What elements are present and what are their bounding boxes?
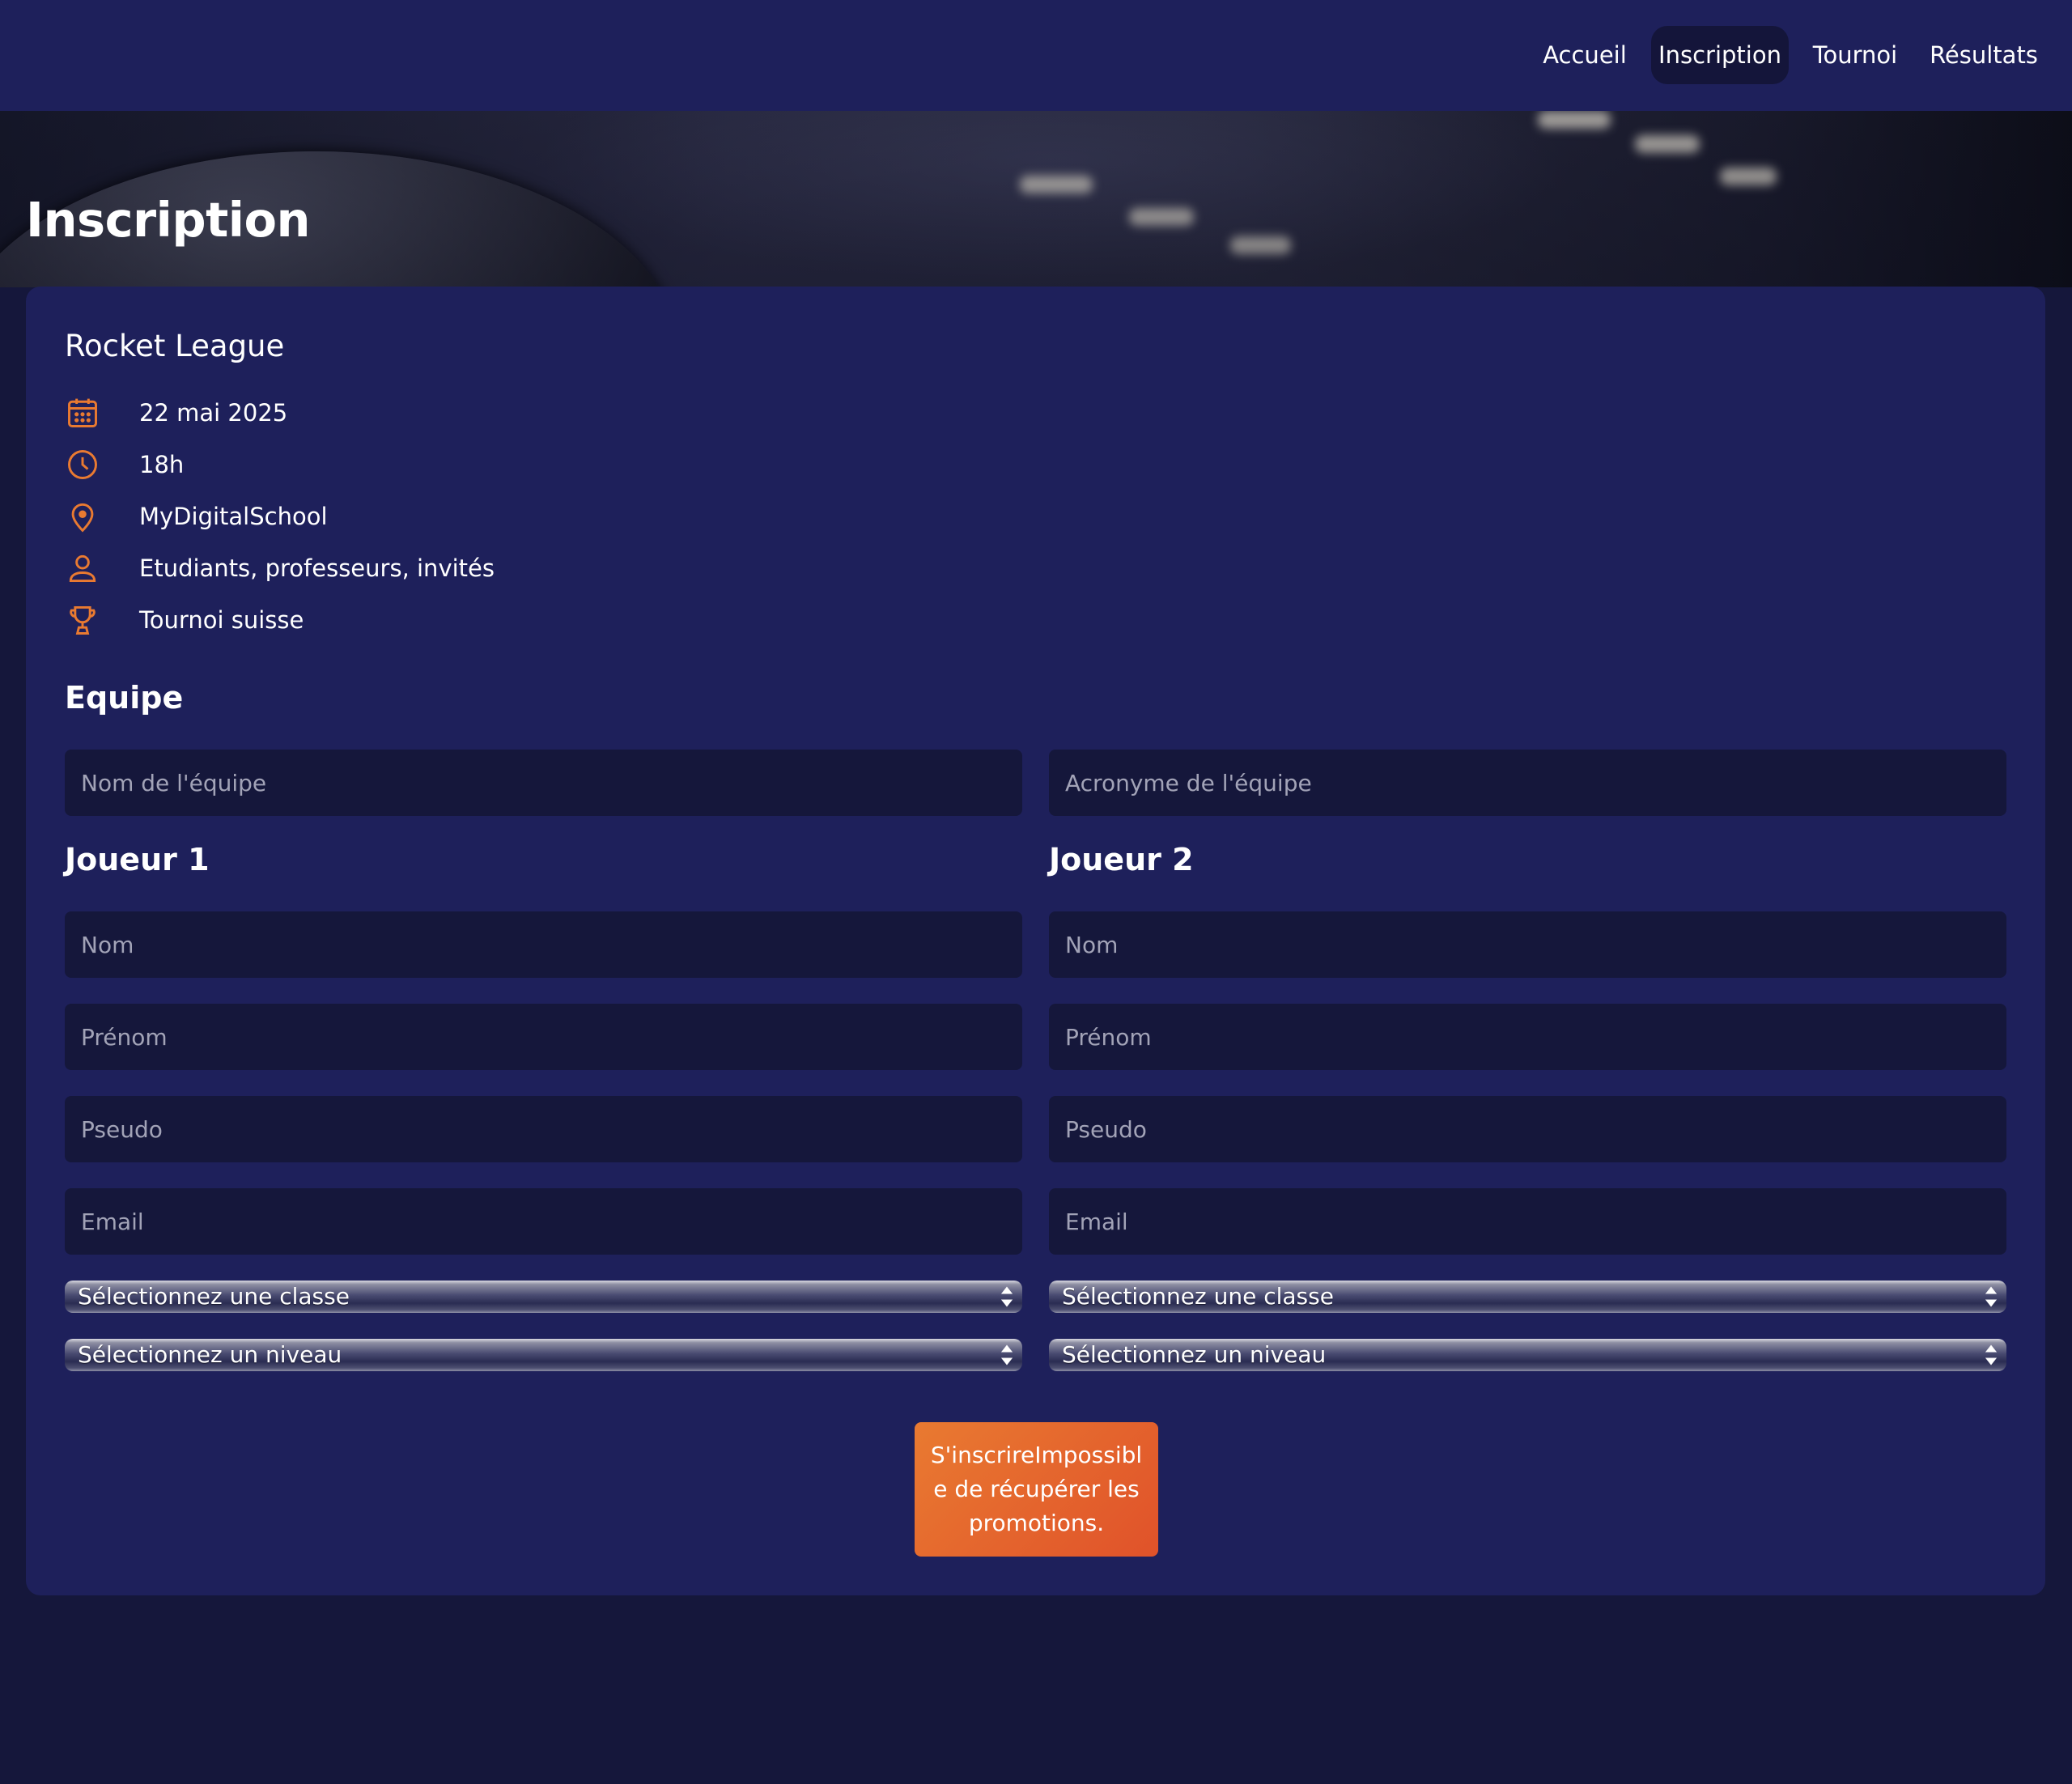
event-date: 22 mai 2025 (139, 399, 288, 427)
page-title: Inscription (26, 192, 311, 248)
nav-item-accueil[interactable]: Accueil (1533, 26, 1637, 84)
event-location: MyDigitalSchool (139, 503, 328, 530)
team-name-input[interactable] (65, 750, 1022, 816)
event-title: Rocket League (65, 329, 285, 363)
select-arrows-icon (1985, 1344, 1998, 1366)
registration-card: Rocket League 22 mai 2025 18h MyDigitalS… (26, 287, 2045, 1595)
player1-email-input[interactable] (65, 1188, 1022, 1255)
clock-icon (65, 447, 100, 482)
map-pin-icon (65, 499, 100, 534)
user-icon (65, 550, 100, 586)
player2-classe-select[interactable]: Sélectionnez une classe (1049, 1281, 2006, 1313)
nav-item-resultats[interactable]: Résultats (1921, 26, 2046, 84)
player2-heading: Joueur 2 (1049, 842, 1194, 877)
team-heading: Equipe (65, 680, 184, 716)
player2-classe-value: Sélectionnez une classe (1062, 1283, 1334, 1310)
hero-overlay (0, 111, 2072, 287)
player1-classe-select[interactable]: Sélectionnez une classe (65, 1281, 1022, 1313)
select-arrows-icon (1000, 1286, 1013, 1307)
calendar-icon (65, 395, 100, 431)
event-time: 18h (139, 451, 185, 478)
player1-classe-value: Sélectionnez une classe (78, 1283, 350, 1310)
player2-niveau-value: Sélectionnez un niveau (1062, 1341, 1327, 1368)
nav-item-inscription[interactable]: Inscription (1651, 26, 1789, 84)
submit-button[interactable]: S'inscrireImpossible de récupérer les pr… (915, 1422, 1158, 1557)
trophy-icon (65, 602, 100, 638)
team-acronym-input[interactable] (1049, 750, 2006, 816)
player1-niveau-select[interactable]: Sélectionnez un niveau (65, 1339, 1022, 1371)
event-audience: Etudiants, professeurs, invités (139, 554, 495, 582)
player1-niveau-value: Sélectionnez un niveau (78, 1341, 342, 1368)
player1-heading: Joueur 1 (65, 842, 210, 877)
event-format: Tournoi suisse (139, 606, 304, 634)
player1-nom-input[interactable] (65, 911, 1022, 978)
player1-pseudo-input[interactable] (65, 1096, 1022, 1162)
nav-item-tournoi[interactable]: Tournoi (1803, 26, 1907, 84)
select-arrows-icon (1000, 1344, 1013, 1366)
player2-prenom-input[interactable] (1049, 1004, 2006, 1070)
player2-nom-input[interactable] (1049, 911, 2006, 978)
hero-banner: Inscription (0, 111, 2072, 287)
player2-pseudo-input[interactable] (1049, 1096, 2006, 1162)
player2-niveau-select[interactable]: Sélectionnez un niveau (1049, 1339, 2006, 1371)
player2-email-input[interactable] (1049, 1188, 2006, 1255)
player1-prenom-input[interactable] (65, 1004, 1022, 1070)
top-navbar: Accueil Inscription Tournoi Résultats (0, 0, 2072, 111)
select-arrows-icon (1985, 1286, 1998, 1307)
